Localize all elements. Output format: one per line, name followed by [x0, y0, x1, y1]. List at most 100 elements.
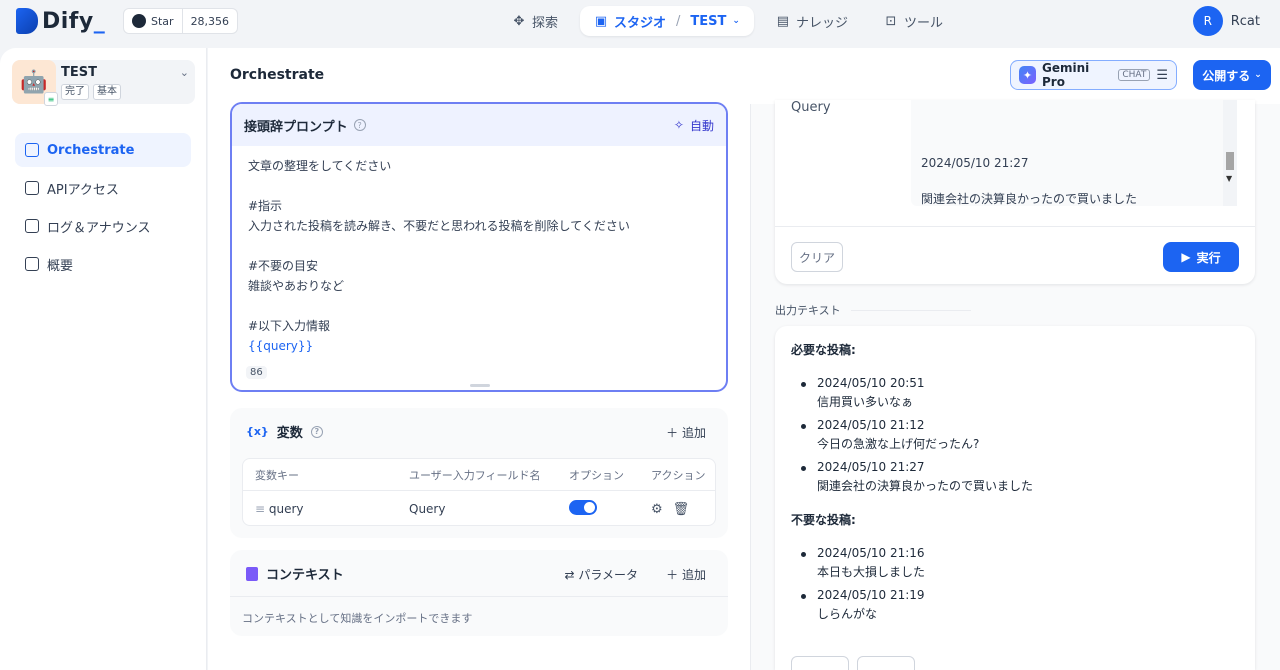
- nav-knowledge[interactable]: ▤ ナレッジ: [762, 6, 862, 36]
- scroll-down-icon[interactable]: ▼: [1226, 174, 1232, 183]
- list-item: 2024/05/10 20:51信用買い多いなぁ: [791, 374, 1241, 412]
- variables-title: 変数: [277, 422, 303, 441]
- terminal-icon: [25, 181, 39, 195]
- document-icon: [246, 567, 258, 581]
- knowledge-icon: ▤: [776, 14, 790, 28]
- output-action-button[interactable]: [791, 656, 849, 670]
- chevron-down-icon: ⌄: [180, 66, 189, 79]
- github-star-count: 28,356: [183, 15, 238, 28]
- prompt-variable: {{query}}: [248, 336, 710, 356]
- github-star-label: Star: [151, 15, 174, 28]
- app-tag-status: 完了: [61, 84, 89, 100]
- orchestrate-icon: [25, 143, 39, 157]
- github-icon: [132, 14, 146, 28]
- output-text: 必要な投稿: 2024/05/10 20:51信用買い多いなぁ 2024/05/…: [791, 340, 1241, 628]
- app-sidebar: 🤖 ≡ TEST 完了 基本 ⌄ Orchestrate APIアクセス ログ＆…: [0, 48, 207, 670]
- app-type-icon: ≡: [44, 92, 58, 106]
- dify-logo[interactable]: Dify_: [16, 8, 105, 34]
- main-nav: ✥ 探索 ▣ スタジオ / TEST ⌄ ▤ ナレッジ ⊡ ツール: [498, 6, 957, 36]
- swap-icon: ⇄: [564, 568, 574, 582]
- chart-icon: [25, 257, 39, 271]
- gemini-icon: ✦: [1019, 66, 1036, 84]
- variable-field-name[interactable]: Query: [409, 502, 445, 516]
- help-icon[interactable]: ?: [311, 426, 323, 438]
- log-icon: [25, 219, 39, 233]
- prompt-title: 接頭辞プロンプト: [244, 116, 348, 135]
- list-item: 2024/05/10 21:27関連会社の決算良かったので買いました: [791, 458, 1241, 496]
- table-header: 変数キー ユーザー入力フィールド名 オプション アクション: [243, 459, 715, 491]
- tools-icon: ⊡: [884, 14, 898, 28]
- user-name: Rcat: [1231, 14, 1260, 29]
- query-textarea[interactable]: 2024/05/10 21:27 関連会社の決算良かったので買いました ▼: [911, 100, 1237, 206]
- nav-studio[interactable]: ▣ スタジオ / TEST ⌄: [580, 6, 754, 36]
- sidebar-item-orchestrate[interactable]: Orchestrate: [15, 133, 191, 167]
- publish-button[interactable]: 公開する ⌄: [1193, 60, 1271, 90]
- model-name: Gemini Pro: [1042, 61, 1112, 89]
- nav-explore[interactable]: ✥ 探索: [498, 6, 572, 36]
- char-count: 86: [246, 366, 267, 379]
- app-selector[interactable]: 🤖 ≡ TEST 完了 基本 ⌄: [12, 60, 195, 104]
- output-needed-title: 必要な投稿:: [791, 340, 1241, 360]
- play-icon: ▶: [1181, 250, 1190, 264]
- prompt-editor-card: 接頭辞プロンプト ? ✧ 自動 文章の整理をしてください #指示 入力された投稿…: [230, 102, 728, 392]
- sidebar-item-overview[interactable]: 概要: [15, 247, 191, 281]
- query-label: Query: [791, 100, 831, 115]
- auto-generate-button[interactable]: ✧ 自動: [674, 117, 714, 134]
- context-title: コンテキスト: [266, 564, 344, 583]
- resize-handle[interactable]: [470, 384, 490, 387]
- chevron-down-icon: ⌄: [1254, 70, 1262, 80]
- app-tag-mode: 基本: [93, 84, 121, 100]
- studio-icon: ▣: [594, 14, 608, 28]
- brand-name: Dify: [42, 9, 94, 34]
- top-navigation: Dify_ Star 28,356 ✥ 探索 ▣ スタジオ / TEST ⌄ ▤…: [0, 0, 1280, 44]
- model-selector-button[interactable]: ✦ Gemini Pro CHAT ☰: [1010, 60, 1177, 90]
- variables-card: {x} 変数 ? ＋ 追加 変数キー ユーザー入力フィールド名 オプション アク…: [230, 408, 728, 538]
- prompt-textarea[interactable]: 文章の整理をしてください #指示 入力された投稿を読み解き、不要だと思われる投稿…: [232, 146, 726, 366]
- sidebar-item-api-access[interactable]: APIアクセス: [15, 171, 191, 205]
- gear-icon[interactable]: ⚙: [651, 502, 673, 517]
- scrollbar[interactable]: ▼: [1223, 100, 1237, 206]
- debug-input-card: Query 2024/05/10 21:27 関連会社の決算良かったので買いまし…: [775, 100, 1255, 284]
- chevron-down-icon: ⌄: [732, 16, 740, 26]
- run-button[interactable]: ▶ 実行: [1163, 242, 1239, 272]
- text-field-icon: ≡: [255, 502, 265, 516]
- output-actions: [791, 656, 915, 670]
- optional-toggle[interactable]: [569, 500, 597, 515]
- list-item: 2024/05/10 21:12今日の急激な上げ何だったん?: [791, 416, 1241, 454]
- context-description: コンテキストとして知識をインポートできます: [242, 610, 472, 626]
- variable-key[interactable]: query: [269, 502, 304, 516]
- context-card: コンテキスト ⇄ パラメータ ＋ 追加 コンテキストとして知識をインポートできま…: [230, 550, 728, 636]
- nav-studio-app: TEST: [690, 14, 726, 29]
- github-star-button[interactable]: Star 28,356: [123, 8, 238, 34]
- sidebar-menu: Orchestrate APIアクセス ログ＆アナウンス 概要: [15, 133, 191, 285]
- avatar: R: [1193, 6, 1223, 36]
- user-menu[interactable]: R Rcat: [1193, 6, 1260, 36]
- dify-logo-mark: [16, 8, 38, 34]
- nav-tools[interactable]: ⊡ ツール: [870, 6, 957, 36]
- parameters-button[interactable]: ⇄ パラメータ: [564, 566, 638, 583]
- output-label: 出力テキスト: [775, 302, 841, 318]
- trash-icon[interactable]: 🗑: [673, 502, 700, 517]
- model-mode-badge: CHAT: [1118, 69, 1150, 81]
- variables-table: 変数キー ユーザー入力フィールド名 オプション アクション ≡ query Qu…: [242, 458, 716, 526]
- output-action-button[interactable]: [857, 656, 915, 670]
- output-unneeded-title: 不要な投稿:: [791, 510, 1241, 530]
- explore-icon: ✥: [512, 14, 526, 28]
- variable-icon: {x}: [246, 425, 269, 438]
- table-row: ≡ query Query ⚙🗑: [243, 491, 715, 527]
- sparkle-icon: ✧: [674, 118, 684, 132]
- clear-button[interactable]: クリア: [791, 242, 843, 272]
- sidebar-item-logs[interactable]: ログ＆アナウンス: [15, 209, 191, 243]
- settings-sliders-icon: ☰: [1156, 68, 1168, 83]
- debug-panel: Query 2024/05/10 21:27 関連会社の決算良かったので買いまし…: [750, 104, 1280, 670]
- help-icon[interactable]: ?: [354, 119, 366, 131]
- app-avatar-icon: 🤖 ≡: [12, 60, 56, 104]
- app-name: TEST: [61, 65, 97, 80]
- list-item: 2024/05/10 21:19しらんがな: [791, 586, 1241, 624]
- add-variable-button[interactable]: ＋ 追加: [666, 424, 706, 441]
- list-item: 2024/05/10 21:16本日も大損しました: [791, 544, 1241, 582]
- add-context-button[interactable]: ＋ 追加: [666, 566, 706, 583]
- page-title: Orchestrate: [230, 67, 324, 83]
- main-content: Orchestrate ✦ Gemini Pro CHAT ☰ 公開する ⌄ 接…: [208, 48, 1280, 670]
- plus-icon: ＋: [666, 426, 678, 440]
